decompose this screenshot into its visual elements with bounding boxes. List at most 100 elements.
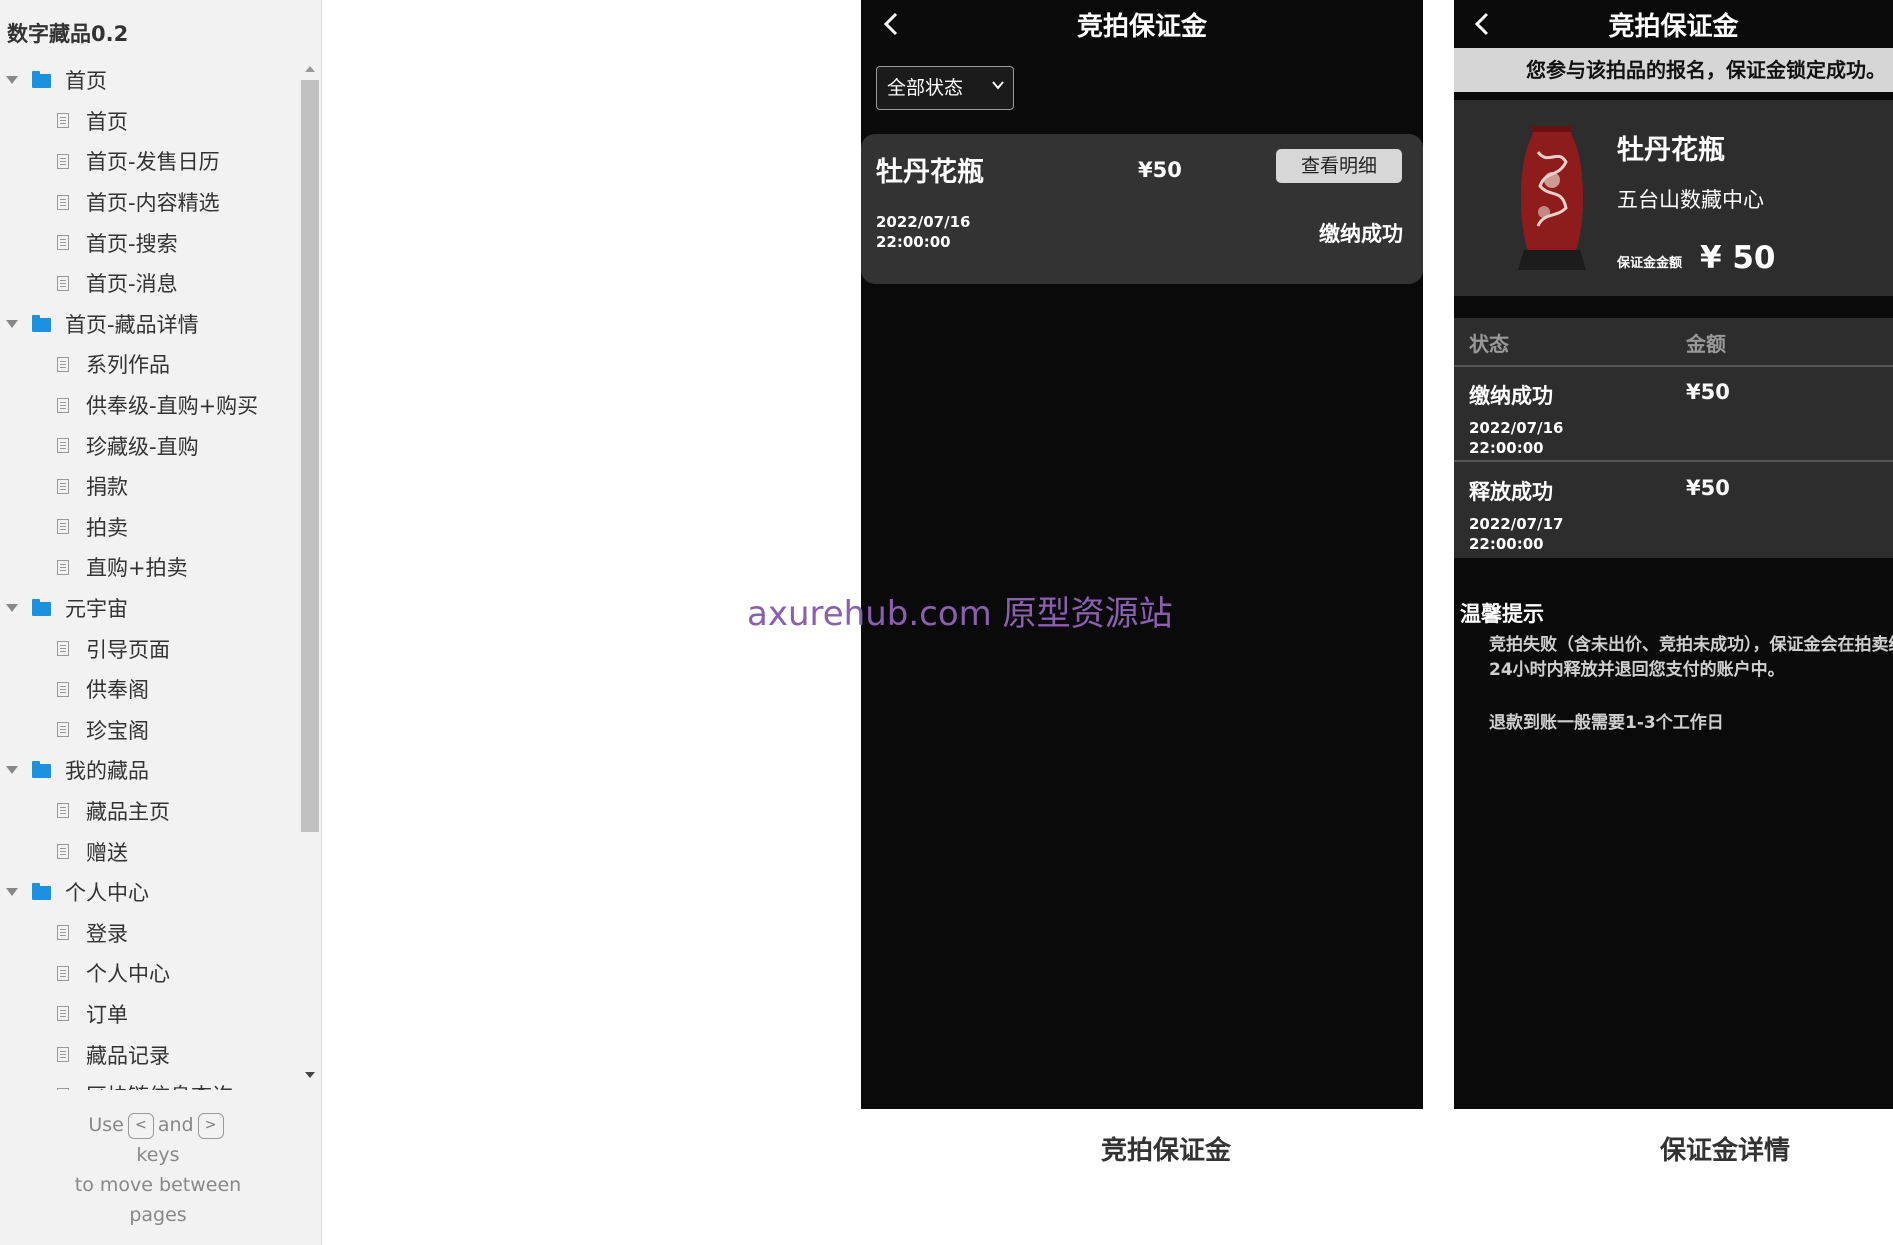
tree-item-label: 藏品记录 bbox=[86, 1043, 170, 1068]
screen2-caption: 保证金详情 bbox=[1660, 1136, 1791, 1166]
expand-caret-icon[interactable] bbox=[6, 888, 18, 897]
sitemap-page[interactable]: 登录 bbox=[0, 912, 300, 953]
sitemap-page[interactable]: 藏品记录 bbox=[0, 1034, 300, 1075]
sitemap-page[interactable]: 个人中心 bbox=[0, 953, 300, 994]
expand-caret-icon[interactable] bbox=[6, 76, 18, 85]
tree-item-label: 元宇宙 bbox=[65, 597, 128, 622]
folder-icon bbox=[32, 314, 51, 332]
record-datetime: 2022/07/16 22:00:00 bbox=[1469, 418, 1563, 458]
sitemap-page[interactable]: 首页 bbox=[0, 101, 300, 142]
sitemap-folder[interactable]: 个人中心 bbox=[0, 872, 300, 913]
page-icon bbox=[57, 397, 69, 413]
page-icon bbox=[57, 153, 69, 169]
page-icon bbox=[57, 1047, 69, 1063]
page-icon bbox=[57, 1006, 69, 1022]
sitemap-page[interactable]: 拍卖 bbox=[0, 507, 300, 548]
auction-item-summary: 牡丹花瓶 五台山数藏中心 保证金金额 ¥ 50 bbox=[1454, 100, 1893, 296]
hint-use: Use bbox=[88, 1114, 124, 1136]
page-tree: 首页 首页 首页-发售日历 首页-内容精选 首页-搜索 首页-消息 首页-藏品详情 系列作品供… bbox=[0, 60, 300, 1090]
sitemap-page[interactable]: 赠送 bbox=[0, 831, 300, 872]
sitemap-page[interactable]: 引导页面 bbox=[0, 628, 300, 669]
sidebar-scrollbar-thumb[interactable] bbox=[301, 80, 319, 832]
hint-pages: pages bbox=[129, 1204, 187, 1226]
page-icon bbox=[57, 113, 69, 129]
page-icon bbox=[57, 1087, 69, 1090]
deposit-amount-label: 保证金金额 bbox=[1617, 256, 1683, 271]
scroll-up-arrow-icon[interactable] bbox=[305, 66, 315, 72]
status-filter-select[interactable]: 全部状态 bbox=[876, 66, 1014, 110]
sitemap-page[interactable]: 供奉阁 bbox=[0, 669, 300, 710]
lock-success-notice: 您参与该拍品的报名，保证金锁定成功。 bbox=[1454, 48, 1893, 92]
page-icon bbox=[57, 235, 69, 251]
tree-item-label: 珍藏级-直购 bbox=[86, 434, 199, 459]
tree-item-label: 我的藏品 bbox=[65, 759, 149, 784]
deposit-status: 缴纳成功 bbox=[1319, 222, 1403, 246]
project-title: 数字藏品0.2 bbox=[7, 22, 129, 46]
sitemap-page[interactable]: 珍宝阁 bbox=[0, 710, 300, 751]
deposit-datetime: 2022/07/16 22:00:00 bbox=[876, 212, 970, 252]
deposit-amount: ¥50 bbox=[1138, 158, 1182, 182]
sitemap-page[interactable]: 捐款 bbox=[0, 466, 300, 507]
page-icon bbox=[57, 641, 69, 657]
record-datetime: 2022/07/17 22:00:00 bbox=[1469, 514, 1563, 554]
tree-item-label: 区块链信息查询 bbox=[86, 1080, 233, 1090]
screen-title: 竞拍保证金 bbox=[1608, 12, 1739, 42]
tips-title: 温馨提示 bbox=[1460, 602, 1544, 626]
tree-item-label: 个人中心 bbox=[65, 881, 149, 906]
deposit-list-screen: 竞拍保证金 全部状态 牡丹花瓶 ¥50 查看明细 2022/07/16 22:0… bbox=[861, 0, 1423, 1109]
sitemap-page[interactable]: 珍藏级-直购 bbox=[0, 425, 300, 466]
deposit-date: 2022/07/16 bbox=[876, 213, 971, 231]
sitemap-folder[interactable]: 首页-藏品详情 bbox=[0, 304, 300, 345]
status-filter-value: 全部状态 bbox=[887, 77, 964, 99]
tree-item-label: 首页-发售日历 bbox=[86, 150, 220, 175]
prev-key-icon: < bbox=[127, 1112, 154, 1139]
tree-item-label: 首页-内容精选 bbox=[86, 191, 220, 216]
page-icon bbox=[57, 519, 69, 535]
scroll-down-arrow-icon[interactable] bbox=[305, 1072, 315, 1078]
tree-item-label: 赠送 bbox=[86, 840, 128, 865]
sitemap-page[interactable]: 供奉级-直购+购买 bbox=[0, 385, 300, 426]
expand-caret-icon[interactable] bbox=[6, 604, 18, 613]
sitemap-folder[interactable]: 元宇宙 bbox=[0, 588, 300, 629]
sitemap-page[interactable]: 区块链信息查询 bbox=[0, 1075, 300, 1090]
folder-icon bbox=[32, 883, 51, 901]
sitemap-folder[interactable]: 首页 bbox=[0, 60, 300, 101]
item-name: 牡丹花瓶 bbox=[1617, 135, 1725, 166]
tree-item-label: 首页 bbox=[86, 109, 128, 134]
sitemap-page[interactable]: 系列作品 bbox=[0, 344, 300, 385]
tree-item-label: 登录 bbox=[86, 921, 128, 946]
page-icon bbox=[57, 965, 69, 981]
tree-item-label: 藏品主页 bbox=[86, 799, 170, 824]
vase-image bbox=[1514, 122, 1590, 274]
record-amount: ¥50 bbox=[1686, 476, 1730, 500]
tip-auction-fail: 竞拍失败（含未出价、竞拍未成功），保证金会在拍卖结束后24小时内释放并退回您支付… bbox=[1489, 635, 1893, 680]
sitemap-page[interactable]: 直购+拍卖 bbox=[0, 547, 300, 588]
sitemap-page[interactable]: 订单 bbox=[0, 994, 300, 1035]
sitemap-page[interactable]: 藏品主页 bbox=[0, 791, 300, 832]
sitemap-folder[interactable]: 我的藏品 bbox=[0, 750, 300, 791]
folder-icon bbox=[32, 71, 51, 89]
expand-caret-icon[interactable] bbox=[6, 766, 18, 775]
expand-caret-icon[interactable] bbox=[6, 319, 18, 328]
sitemap-page[interactable]: 首页-内容精选 bbox=[0, 182, 300, 223]
record-status: 缴纳成功 bbox=[1469, 384, 1553, 408]
page-icon bbox=[57, 275, 69, 291]
deposit-card[interactable]: 牡丹花瓶 ¥50 查看明细 2022/07/16 22:00:00 缴纳成功 bbox=[861, 134, 1423, 284]
tree-item-label: 引导页面 bbox=[86, 637, 170, 662]
page-icon bbox=[57, 478, 69, 494]
tree-item-label: 系列作品 bbox=[86, 353, 170, 378]
folder-icon bbox=[32, 599, 51, 617]
record-date: 2022/07/16 bbox=[1469, 419, 1564, 437]
page-icon bbox=[57, 722, 69, 738]
sitemap-page[interactable]: 首页-搜索 bbox=[0, 222, 300, 263]
tree-item-label: 供奉级-直购+购买 bbox=[86, 394, 259, 419]
tree-item-label: 首页-搜索 bbox=[86, 231, 178, 256]
record-time: 22:00:00 bbox=[1469, 439, 1544, 457]
tree-item-label: 珍宝阁 bbox=[86, 718, 149, 743]
page-icon bbox=[57, 438, 69, 454]
tree-item-label: 订单 bbox=[86, 1002, 128, 1027]
sitemap-page[interactable]: 首页-消息 bbox=[0, 263, 300, 304]
view-detail-button[interactable]: 查看明细 bbox=[1276, 149, 1402, 183]
sitemap-page[interactable]: 首页-发售日历 bbox=[0, 141, 300, 182]
screen1-caption: 竞拍保证金 bbox=[1101, 1136, 1232, 1166]
